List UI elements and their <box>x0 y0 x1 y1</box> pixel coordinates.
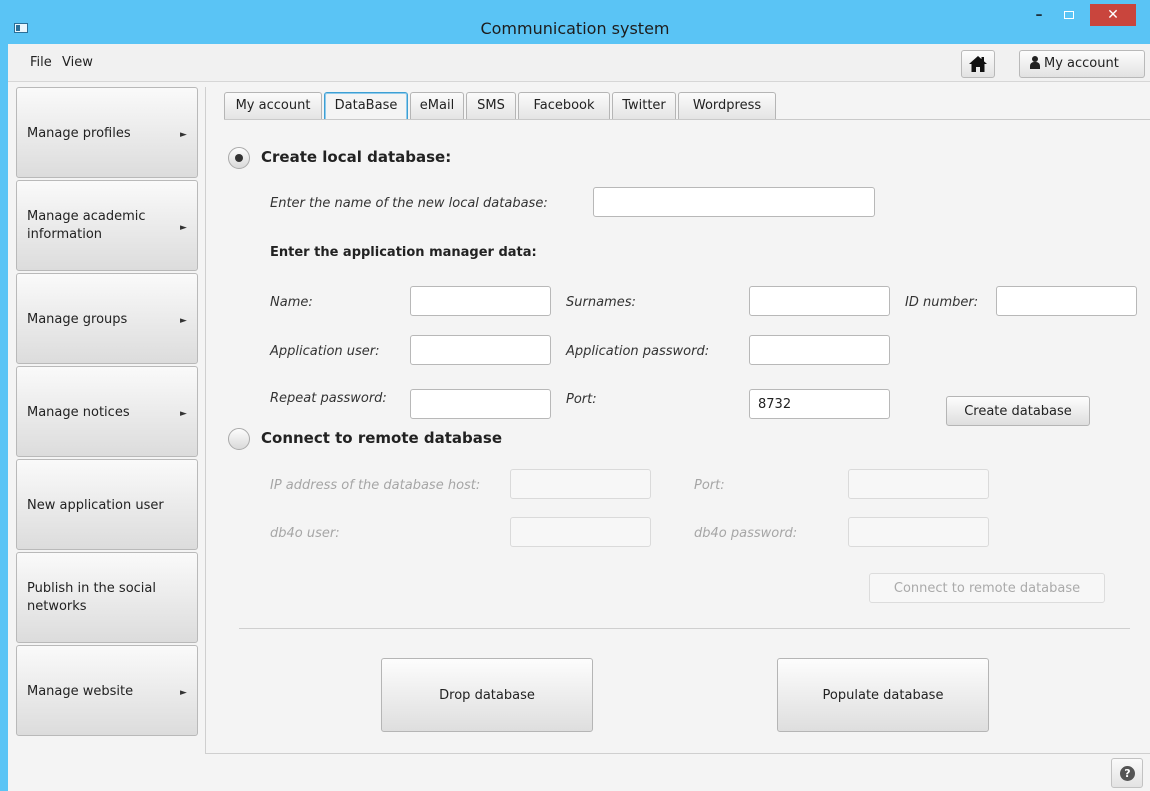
repeat-password-input[interactable] <box>410 389 551 419</box>
help-button[interactable]: ? <box>1111 758 1143 788</box>
surnames-label: Surnames: <box>566 295 636 310</box>
chevron-right-icon: ► <box>180 316 187 326</box>
new-db-name-label: Enter the name of the new local database… <box>270 196 548 211</box>
tab-wordpress[interactable]: Wordpress <box>678 92 776 120</box>
window-title: Communication system <box>480 19 670 38</box>
new-db-name-input[interactable] <box>593 187 875 217</box>
create-database-button[interactable]: Create database <box>946 396 1090 426</box>
sidebar-item-manage-profiles[interactable]: Manage profiles ► <box>16 87 198 178</box>
connect-remote-heading: Connect to remote database <box>261 429 503 447</box>
sidebar-item-label: Manage groups <box>27 312 128 327</box>
sidebar-item-manage-groups[interactable]: Manage groups ► <box>16 273 198 364</box>
manager-data-heading: Enter the application manager data: <box>270 245 537 260</box>
db4o-password-label: db4o password: <box>694 526 798 541</box>
populate-database-button[interactable]: Populate database <box>777 658 989 732</box>
chevron-right-icon: ► <box>180 130 187 140</box>
menu-view[interactable]: View <box>62 55 93 70</box>
maximize-icon <box>1064 11 1074 19</box>
surnames-input[interactable] <box>749 286 890 316</box>
tab-sms[interactable]: SMS <box>466 92 516 120</box>
home-icon <box>969 56 987 72</box>
help-icon: ? <box>1120 766 1135 781</box>
sidebar-item-label: Publish in the social networks <box>27 581 156 614</box>
ip-address-label: IP address of the database host: <box>270 478 481 493</box>
port-input[interactable] <box>749 389 890 419</box>
content-divider <box>205 87 206 753</box>
tab-database[interactable]: DataBase <box>324 92 408 120</box>
menu-file[interactable]: File <box>30 55 52 70</box>
chevron-right-icon: ► <box>180 409 187 419</box>
radio-selected-dot <box>235 154 243 162</box>
create-local-heading: Create local database: <box>261 148 452 166</box>
app-user-label: Application user: <box>270 344 380 359</box>
name-label: Name: <box>270 295 313 310</box>
sidebar-item-label: New application user <box>27 498 164 513</box>
content-divider <box>205 753 1150 754</box>
tab-facebook[interactable]: Facebook <box>518 92 610 120</box>
chevron-right-icon: ► <box>180 688 187 698</box>
sidebar-item-label: Manage academic information <box>27 209 146 242</box>
user-icon <box>1030 56 1040 69</box>
db4o-user-label: db4o user: <box>270 526 340 541</box>
sidebar-item-label: Manage profiles <box>27 126 131 141</box>
drop-database-button[interactable]: Drop database <box>381 658 593 732</box>
name-input[interactable] <box>410 286 551 316</box>
id-number-input[interactable] <box>996 286 1137 316</box>
my-account-button[interactable]: My account <box>1019 50 1145 78</box>
ip-address-input[interactable] <box>510 469 651 499</box>
app-password-input[interactable] <box>749 335 890 365</box>
tab-twitter[interactable]: Twitter <box>612 92 676 120</box>
db4o-user-input[interactable] <box>510 517 651 547</box>
port-label: Port: <box>566 392 597 407</box>
tab-my-account[interactable]: My account <box>224 92 322 120</box>
close-button[interactable]: ✕ <box>1090 4 1136 26</box>
home-button[interactable] <box>961 50 995 78</box>
connect-remote-button[interactable]: Connect to remote database <box>869 573 1105 603</box>
menu-bar: File View My account <box>8 44 1150 82</box>
minimize-button[interactable]: – <box>1026 4 1052 26</box>
create-local-radio[interactable] <box>228 147 250 169</box>
db4o-password-input[interactable] <box>848 517 989 547</box>
connect-remote-radio[interactable] <box>228 428 250 450</box>
window-edge <box>0 44 8 791</box>
sidebar-item-manage-academic-information[interactable]: Manage academic information ► <box>16 180 198 271</box>
remote-port-label: Port: <box>694 478 725 493</box>
sidebar-item-manage-notices[interactable]: Manage notices ► <box>16 366 198 457</box>
sidebar-item-label: Manage website <box>27 684 134 699</box>
sidebar-item-manage-website[interactable]: Manage website ► <box>16 645 198 736</box>
tab-strip-line <box>224 119 1150 120</box>
sidebar-item-publish-social-networks[interactable]: Publish in the social networks <box>16 552 198 643</box>
app-password-label: Application password: <box>566 344 710 359</box>
remote-port-input[interactable] <box>848 469 989 499</box>
sidebar-item-new-application-user[interactable]: New application user <box>16 459 198 550</box>
section-divider <box>239 628 1130 629</box>
title-bar: Communication system – ✕ <box>0 0 1150 44</box>
my-account-label: My account <box>1044 56 1119 71</box>
tab-email[interactable]: eMail <box>410 92 464 120</box>
maximize-button[interactable] <box>1056 4 1082 26</box>
app-user-input[interactable] <box>410 335 551 365</box>
repeat-password-label: Repeat password: <box>270 391 387 406</box>
id-number-label: ID number: <box>905 295 979 310</box>
sidebar-item-label: Manage notices <box>27 405 130 420</box>
chevron-right-icon: ► <box>180 223 187 233</box>
